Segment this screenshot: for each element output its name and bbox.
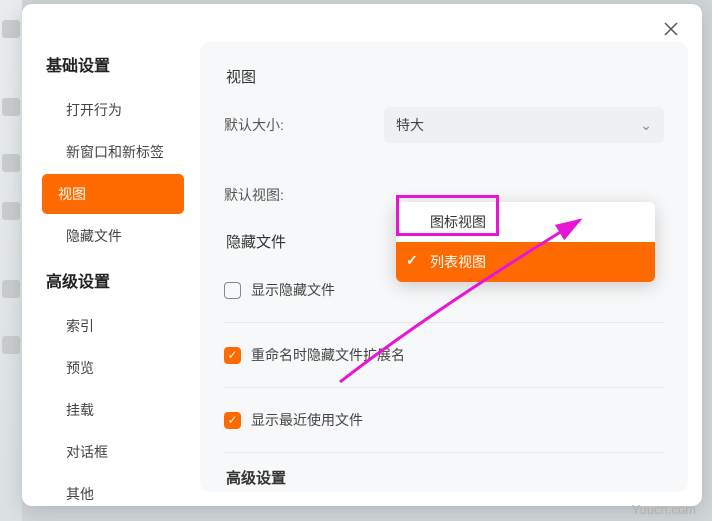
default-size-label: 默认大小:	[224, 115, 384, 135]
sidebar-item-view[interactable]: 视图	[42, 174, 184, 214]
sidebar-item-mount[interactable]: 挂载	[30, 390, 182, 430]
section-view-title: 视图	[226, 66, 664, 87]
sidebar-item-other[interactable]: 其他	[30, 474, 182, 506]
default-size-value: 特大	[396, 115, 424, 135]
show-hidden-label: 显示隐藏文件	[251, 280, 335, 300]
watermark-text: Yuucn.com	[632, 502, 696, 517]
sidebar-item-preview[interactable]: 预览	[30, 348, 182, 388]
chevron-down-icon: ⌄	[640, 117, 652, 134]
hide-ext-label: 重命名时隐藏文件扩展名	[251, 345, 405, 365]
dropdown-option-list-view[interactable]: 列表视图	[396, 242, 655, 282]
dropdown-option-icon-view[interactable]: 图标视图	[396, 202, 655, 242]
sidebar-section-advanced: 高级设置	[22, 258, 190, 304]
section-advanced-title: 高级设置	[226, 467, 664, 488]
checkbox-checked-icon: ✓	[224, 347, 241, 364]
default-size-select[interactable]: 特大 ⌄	[384, 107, 664, 143]
sidebar-section-basic: 基础设置	[22, 42, 190, 88]
settings-sidebar: 基础设置 打开行为 新窗口和新标签 视图 隐藏文件 高级设置 索引 预览 挂载 …	[22, 42, 190, 506]
content-panel: 视图 默认大小: 特大 ⌄ 默认视图: 隐藏文件 显示隐藏文件 ✓ 重命名时隐藏…	[200, 42, 688, 492]
default-view-label: 默认视图:	[224, 185, 384, 205]
show-recent-checkbox-row[interactable]: ✓ 显示最近使用文件	[224, 402, 664, 438]
sidebar-item-hidden-files[interactable]: 隐藏文件	[30, 216, 182, 256]
background-sidebar-strip	[0, 0, 22, 521]
sidebar-item-open-behavior[interactable]: 打开行为	[30, 90, 182, 130]
default-view-dropdown: 图标视图 列表视图	[396, 202, 655, 282]
sidebar-item-new-window-tab[interactable]: 新窗口和新标签	[30, 132, 182, 172]
close-button[interactable]	[660, 18, 682, 40]
checkbox-icon	[224, 282, 241, 299]
settings-modal: 基础设置 打开行为 新窗口和新标签 视图 隐藏文件 高级设置 索引 预览 挂载 …	[22, 4, 702, 506]
divider	[224, 452, 664, 453]
divider	[224, 322, 664, 323]
hide-ext-checkbox-row[interactable]: ✓ 重命名时隐藏文件扩展名	[224, 337, 664, 373]
show-recent-label: 显示最近使用文件	[251, 410, 363, 430]
divider	[224, 387, 664, 388]
close-icon	[664, 22, 678, 36]
checkbox-checked-icon: ✓	[224, 412, 241, 429]
sidebar-item-dialog[interactable]: 对话框	[30, 432, 182, 472]
sidebar-item-index[interactable]: 索引	[30, 306, 182, 346]
